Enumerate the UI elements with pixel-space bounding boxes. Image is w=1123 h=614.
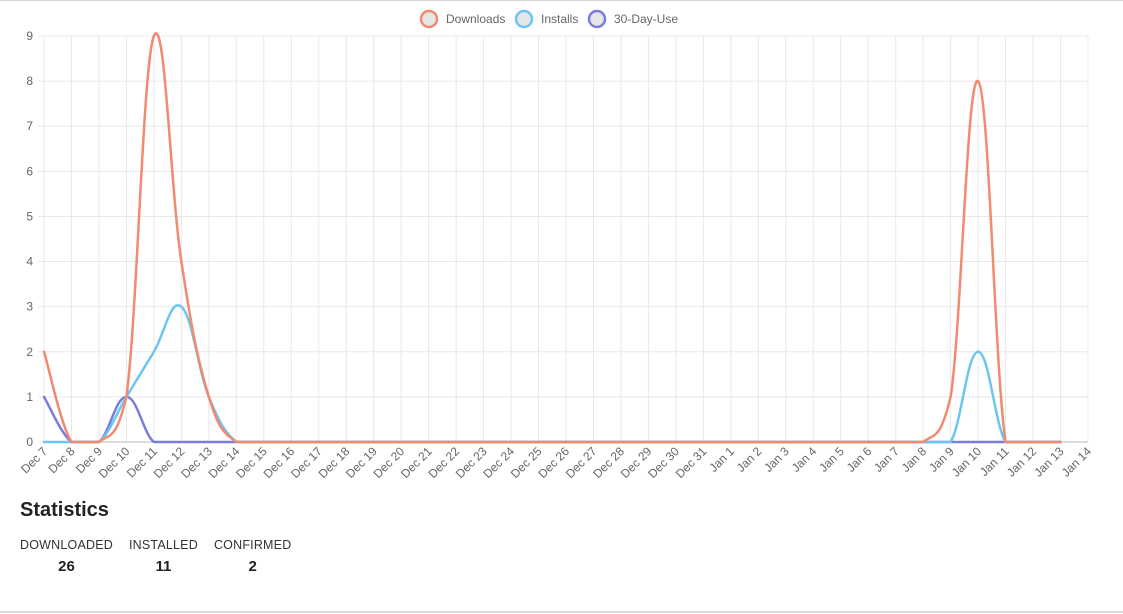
legend-item-installs[interactable]: Installs	[514, 9, 578, 29]
x-tick-label: Jan 7	[871, 444, 902, 475]
x-tick-label: Jan 13	[1031, 444, 1067, 480]
legend-swatch-icon	[514, 9, 534, 29]
legend-label: 30-Day-Use	[614, 12, 678, 26]
stat-value: 26	[58, 558, 75, 575]
x-tick-label: Jan 3	[761, 444, 792, 475]
x-tick-label: Jan 10	[949, 444, 985, 480]
y-tick-label: 0	[26, 435, 33, 449]
series-line-installs	[42, 303, 1062, 444]
x-tick-label: Dec 7	[18, 444, 50, 476]
x-tick-label: Jan 4	[789, 444, 820, 475]
x-tick-label: Jan 1	[706, 444, 737, 475]
x-tick-label: Jan 6	[844, 444, 875, 475]
y-tick-label: 8	[26, 74, 33, 88]
legend-label: Downloads	[446, 12, 505, 26]
x-tick-label: Dec 10	[96, 444, 133, 481]
series-line-30-day-use	[42, 395, 1062, 444]
chart-series	[42, 32, 1062, 444]
legend-item-30-day-use[interactable]: 30-Day-Use	[587, 9, 678, 29]
stat-value: 11	[155, 558, 172, 575]
line-chart: 0123456789Dec 7Dec 8Dec 9Dec 10Dec 11Dec…	[18, 9, 1095, 481]
x-tick-label: Jan 14	[1059, 444, 1095, 480]
y-tick-label: 7	[26, 119, 33, 133]
x-tick-label: Jan 2	[734, 444, 765, 475]
y-tick-label: 6	[26, 164, 33, 178]
stat-label: INSTALLED	[128, 538, 198, 552]
stat-label: CONFIRMED	[213, 538, 292, 552]
y-tick-label: 2	[26, 345, 33, 359]
y-tick-label: 9	[26, 29, 33, 43]
chart-legend[interactable]: Downloads Installs 30-Day-Use	[419, 9, 678, 29]
series-line-downloads	[42, 32, 1062, 444]
x-tick-label: Jan 12	[1004, 444, 1040, 480]
y-tick-label: 4	[26, 255, 33, 269]
bottom-divider	[0, 611, 1123, 613]
stat-installed: INSTALLED 11	[129, 538, 198, 575]
statistics-row: DOWNLOADED 26 INSTALLED 11 CONFIRMED 2	[20, 538, 291, 575]
y-tick-label: 5	[26, 209, 33, 223]
x-tick-label: Dec 31	[673, 444, 710, 481]
legend-swatch-icon	[419, 9, 439, 29]
chart-grid	[38, 35, 1089, 443]
statistics-title: Statistics	[20, 499, 109, 521]
x-tick-label: Jan 5	[816, 444, 847, 475]
legend-label: Installs	[541, 12, 578, 26]
legend-swatch-icon	[587, 9, 607, 29]
y-tick-label: 1	[26, 390, 33, 404]
x-tick-label: Jan 8	[899, 444, 930, 475]
x-tick-label: Dec 8	[46, 444, 78, 476]
legend-item-downloads[interactable]: Downloads	[419, 9, 505, 29]
stat-value: 2	[248, 558, 257, 575]
stat-confirmed: CONFIRMED 2	[214, 538, 292, 575]
y-tick-label: 3	[26, 300, 33, 314]
stat-downloaded: DOWNLOADED 26	[20, 538, 113, 575]
stat-label: DOWNLOADED	[20, 538, 113, 552]
